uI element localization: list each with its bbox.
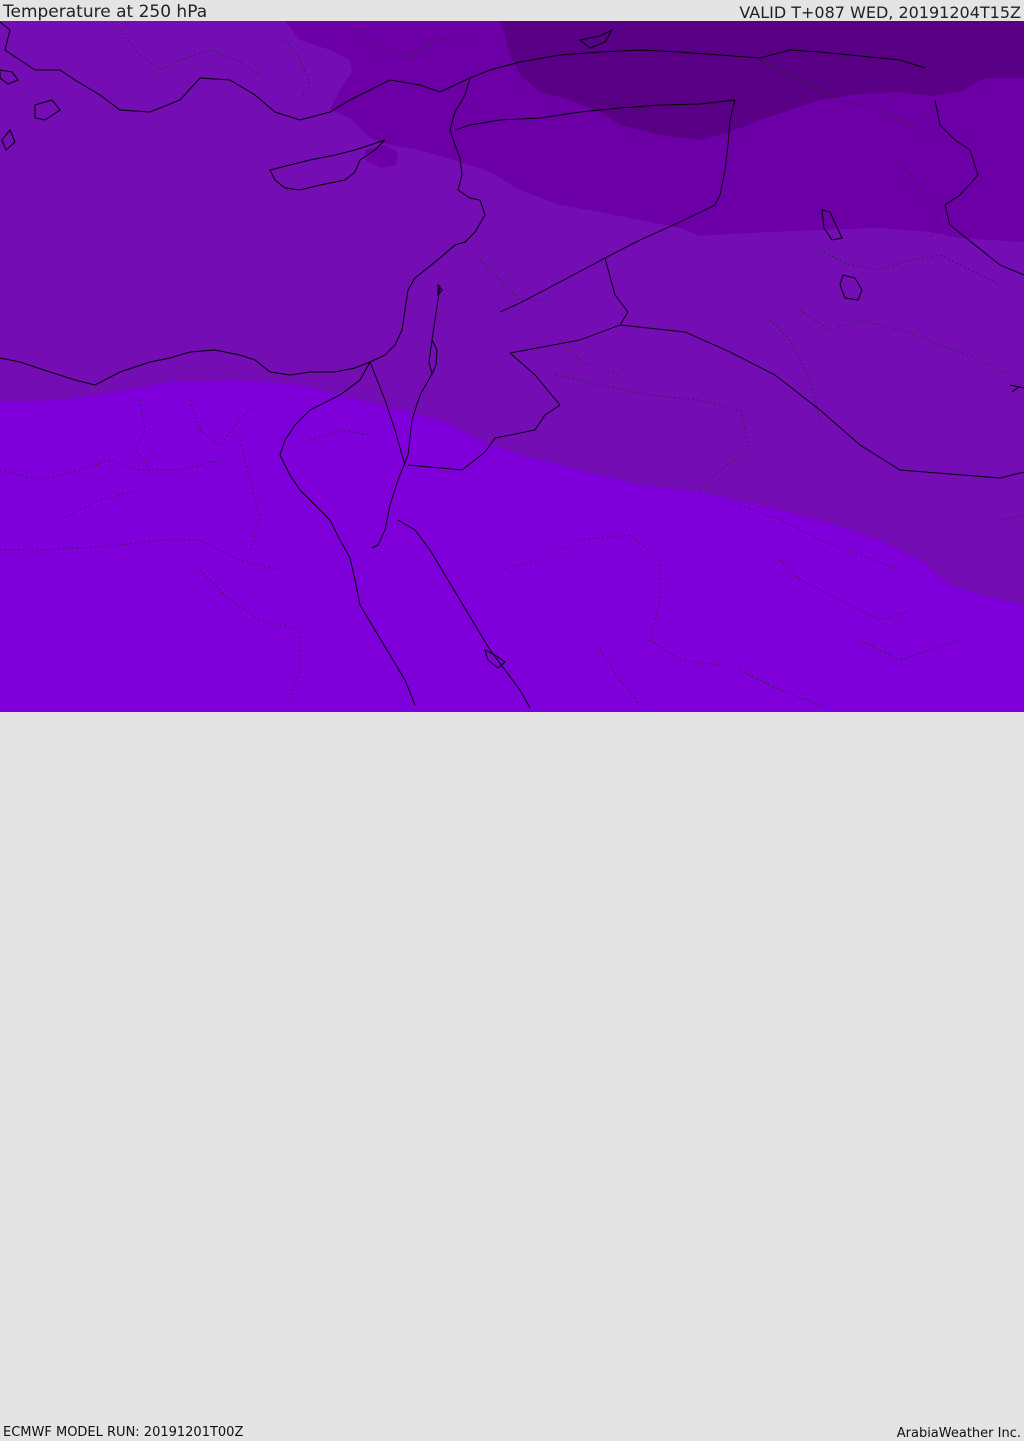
footer-bar: ECMWF MODEL RUN: 20191201T00Z ArabiaWeat… — [0, 712, 1024, 1441]
header-bar: Temperature at 250 hPa VALID T+087 WED, … — [0, 0, 1024, 21]
credit-label: ArabiaWeather Inc. — [896, 1426, 1021, 1441]
temperature-map — [0, 21, 1024, 712]
map-title: Temperature at 250 hPa — [3, 2, 208, 22]
valid-time: VALID T+087 WED, 20191204T15Z — [739, 3, 1021, 22]
model-run-label: ECMWF MODEL RUN: 20191201T00Z — [3, 1425, 244, 1440]
